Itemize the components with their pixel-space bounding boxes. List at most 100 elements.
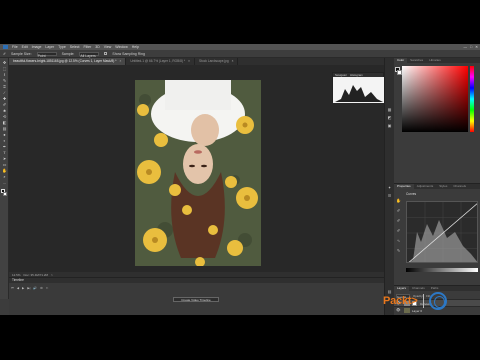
gradient-icon[interactable]: ▤ [2,127,7,131]
lasso-icon[interactable]: ℓ [2,73,7,77]
close-tab-icon[interactable]: × [188,59,190,63]
tab-libraries[interactable]: Libraries [426,58,444,63]
photo-woman-with-flowers[interactable] [135,80,261,266]
tool-preset-icon[interactable]: ✐ [3,52,6,56]
sample-value: All Layers [80,53,96,58]
watermark-divider [422,294,424,308]
path-select-icon[interactable]: ➤ [2,157,7,161]
close-tab-icon[interactable]: × [119,59,121,63]
sample-size-label: Sample Size: [10,51,32,56]
crop-icon[interactable]: ⌗ [2,85,7,89]
brush-settings-icon[interactable]: ▣ [387,124,392,128]
pen-icon[interactable]: ✒ [2,145,7,149]
menu-image[interactable]: Image [32,45,42,49]
maximize-button[interactable]: □ [470,45,472,49]
tab-layers[interactable]: Layers [394,286,410,291]
menu-filter[interactable]: Filter [84,45,92,49]
document-canvas[interactable] [9,65,384,272]
show-ring-label: Show Sampling Ring [112,51,145,56]
quick-select-icon[interactable]: ✎ [2,79,7,83]
healing-brush-icon[interactable]: ✚ [2,97,7,101]
zoom-icon[interactable]: ⌕ [2,175,7,179]
first-frame-icon[interactable]: ⏮ [11,286,14,290]
create-video-timeline-button[interactable]: Create Video Timeline [173,297,219,302]
photoshop-window: File Edit Image Layer Type Select Filter… [0,44,480,315]
eraser-icon[interactable]: ◧ [2,121,7,125]
sample-label: Sample: [61,51,75,56]
target-adjust-icon[interactable]: ✋ [396,199,401,203]
menu-window[interactable]: Window [115,45,127,49]
curve-point-icon[interactable]: ∿ [396,239,401,243]
prev-frame-icon[interactable]: ◀ [17,286,19,290]
dodge-icon[interactable]: ◐ [2,139,7,143]
close-window-button[interactable]: ✕ [475,45,478,49]
menu-type[interactable]: Type [58,45,66,49]
status-menu-arrow[interactable]: > [51,273,53,277]
tab-label: Stock Landscape.jpg [199,59,229,63]
menu-help[interactable]: Help [132,45,139,49]
tab-document-3[interactable]: Stock Landscape.jpg × [195,58,239,65]
menu-select[interactable]: Select [70,45,80,49]
history-icon[interactable]: ▦ [387,108,392,112]
play-icon[interactable]: ▶ [22,286,24,290]
marquee-icon[interactable]: ⬚ [2,67,7,71]
clone-stamp-icon[interactable]: ♣ [2,109,7,113]
tab-paths[interactable]: Paths [428,286,442,291]
color-picker-field[interactable] [402,66,468,132]
properties-title: Curves [406,192,417,196]
photo-illustration [135,80,261,266]
tab-properties[interactable]: Properties [394,184,414,189]
tab-adjustments[interactable]: Adjustments [414,184,437,189]
history-brush-icon[interactable]: ⟲ [2,115,7,119]
blur-icon[interactable]: ● [2,133,7,137]
tab-styles[interactable]: Styles [436,184,450,189]
photoshop-logo-icon [3,45,8,49]
color-panel: Color Swatches Libraries [394,58,480,136]
curves-graph[interactable] [406,201,478,263]
shape-icon[interactable]: ▭ [2,163,7,167]
tab-color[interactable]: Color [394,58,408,63]
split-icon[interactable]: ✂ [46,286,49,290]
properties-panel: Properties Adjustments Styles Channels C… [394,183,480,285]
tools-panel: ✥ ⬚ ℓ ✎ ⌗ ⁄ ✚ ✐ ♣ ⟲ ◧ ▤ ● ◐ ✒ T ➤ ▭ ✋ ⌕ … [0,58,9,299]
right-panels: Color Swatches Libraries Properties Adju… [394,58,480,315]
background-color-swatch[interactable] [3,192,7,196]
more-tools-icon[interactable]: … [2,181,7,185]
white-point-eyedropper-icon[interactable]: ✐ [396,229,401,233]
sample-select[interactable]: All Layers [79,51,100,58]
sample-size-select[interactable]: Point Sample [36,51,57,63]
tab-swatches[interactable]: Swatches [407,58,426,63]
menu-layer[interactable]: Layer [45,45,54,49]
gray-point-eyedropper-icon[interactable]: ✐ [396,219,401,223]
black-point-eyedropper-icon[interactable]: ✐ [396,209,401,213]
next-frame-icon[interactable]: ▶| [27,286,30,290]
tab-layer-channels[interactable]: Channels [409,286,428,291]
brush-icon[interactable]: ✐ [2,103,7,107]
eyedropper-icon[interactable]: ⁄ [2,91,7,95]
curve-tools: ✋ ✐ ✐ ✐ ∿ ✎ [396,199,402,259]
zoom-level[interactable]: 12.5% [12,273,21,277]
properties-icon[interactable]: ◩ [387,116,392,120]
menu-view[interactable]: View [104,45,112,49]
packt-logo: Packt> [383,295,418,307]
type-icon[interactable]: T [2,151,7,155]
histogram-panel[interactable]: Navigator Histogram [332,72,385,103]
tab-channels[interactable]: Channels [450,184,469,189]
move-icon[interactable]: ✥ [2,61,7,65]
minimize-button[interactable]: — [463,45,467,49]
pencil-curve-icon[interactable]: ✎ [396,249,401,253]
tab-document-1[interactable]: beautiful-flowers-bright-1851165.jpg @ 1… [9,58,127,65]
document-tabs: beautiful-flowers-bright-1851165.jpg @ 1… [9,58,384,65]
adjustments-icon[interactable]: ✦ [387,186,392,190]
menu-3d[interactable]: 3D [95,45,99,49]
close-tab-icon[interactable]: × [232,59,234,63]
settings-icon[interactable]: ⚙ [40,286,43,290]
tab-document-2[interactable]: Untitled-1 @ 66.7% (Layer 1, RGB/8) * × [126,58,196,65]
show-ring-checkbox[interactable] [104,52,108,55]
audio-icon[interactable]: 🔊 [33,286,37,290]
menu-file[interactable]: File [12,45,18,49]
menu-edit[interactable]: Edit [22,45,28,49]
hand-icon[interactable]: ✋ [2,169,7,173]
hue-slider[interactable] [470,66,474,132]
paragraph-icon[interactable]: ☰ [387,194,392,198]
